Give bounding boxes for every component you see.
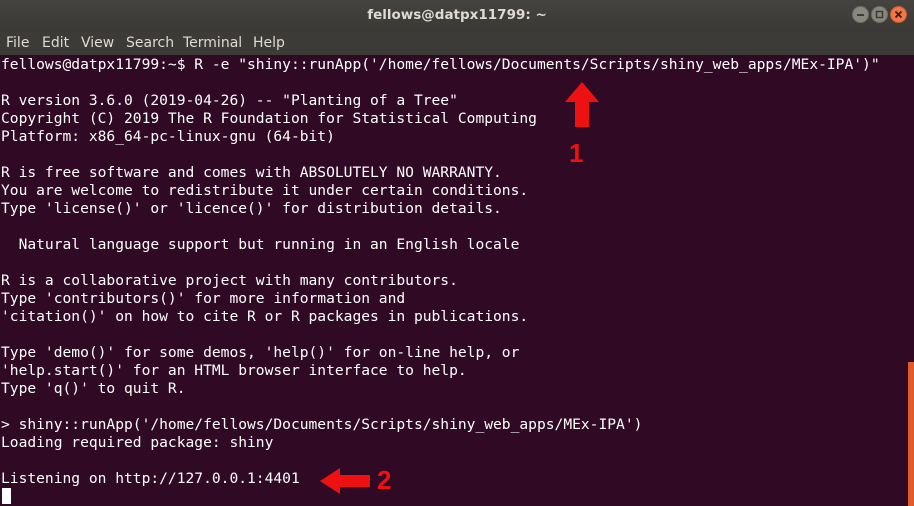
terminal-line: Copyright (C) 2019 The R Foundation for … xyxy=(1,110,537,127)
terminal-line: Platform: x86_64-pc-linux-gnu (64-bit) xyxy=(1,128,335,145)
menu-search[interactable]: Search xyxy=(126,35,174,51)
annotation-arrow-left-icon xyxy=(320,468,370,494)
menu-terminal[interactable]: Terminal xyxy=(183,35,242,51)
terminal-line: 'help.start()' for an HTML browser inter… xyxy=(1,362,467,379)
menu-edit[interactable]: Edit xyxy=(42,35,69,51)
terminal-line: Natural language support but running in … xyxy=(1,236,520,253)
terminal-line: Listening on http://127.0.0.1:4401 xyxy=(1,470,300,487)
minimize-icon xyxy=(857,14,864,16)
annotation-label-2: 2 xyxy=(377,465,392,495)
terminal-line: Type 'demo()' for some demos, 'help()' f… xyxy=(1,344,520,361)
minimize-button[interactable] xyxy=(852,6,869,23)
text-cursor xyxy=(2,488,11,504)
terminal-line: > shiny::runApp('/home/fellows/Documents… xyxy=(1,416,643,433)
terminal-window: fellows@datpx11799: ~ File Edit View Sea… xyxy=(0,0,914,506)
menu-bar: File Edit View Search Terminal Help xyxy=(0,31,914,55)
menu-help[interactable]: Help xyxy=(253,35,285,51)
menu-view[interactable]: View xyxy=(81,35,114,51)
terminal-line: fellows@datpx11799:~$ R -e "shiny::runAp… xyxy=(1,56,880,73)
terminal-line: 'citation()' on how to cite R or R packa… xyxy=(1,308,529,325)
terminal-line: Type 'license()' or 'licence()' for dist… xyxy=(1,200,502,217)
maximize-button[interactable] xyxy=(871,6,888,23)
terminal-line: R version 3.6.0 (2019-04-26) -- "Plantin… xyxy=(1,92,458,109)
window-title: fellows@datpx11799: ~ xyxy=(367,7,547,23)
terminal-line: R is free software and comes with ABSOLU… xyxy=(1,164,502,181)
annotation-label-1: 1 xyxy=(569,138,584,168)
close-icon xyxy=(894,10,903,19)
scrollbar-thumb[interactable] xyxy=(908,362,914,506)
menu-file[interactable]: File xyxy=(6,35,29,51)
maximize-icon xyxy=(875,10,884,19)
close-button[interactable] xyxy=(890,6,907,23)
terminal-line: R is a collaborative project with many c… xyxy=(1,272,458,289)
terminal-output[interactable]: fellows@datpx11799:~$ R -e "shiny::runAp… xyxy=(0,55,914,506)
terminal-line: Loading required package: shiny xyxy=(1,434,274,451)
title-bar[interactable]: fellows@datpx11799: ~ xyxy=(0,0,914,31)
terminal-line: You are welcome to redistribute it under… xyxy=(1,182,529,199)
annotation-arrow-up-icon xyxy=(565,82,599,127)
terminal-line: Type 'contributors()' for more informati… xyxy=(1,290,406,307)
terminal-line: Type 'q()' to quit R. xyxy=(1,380,186,397)
